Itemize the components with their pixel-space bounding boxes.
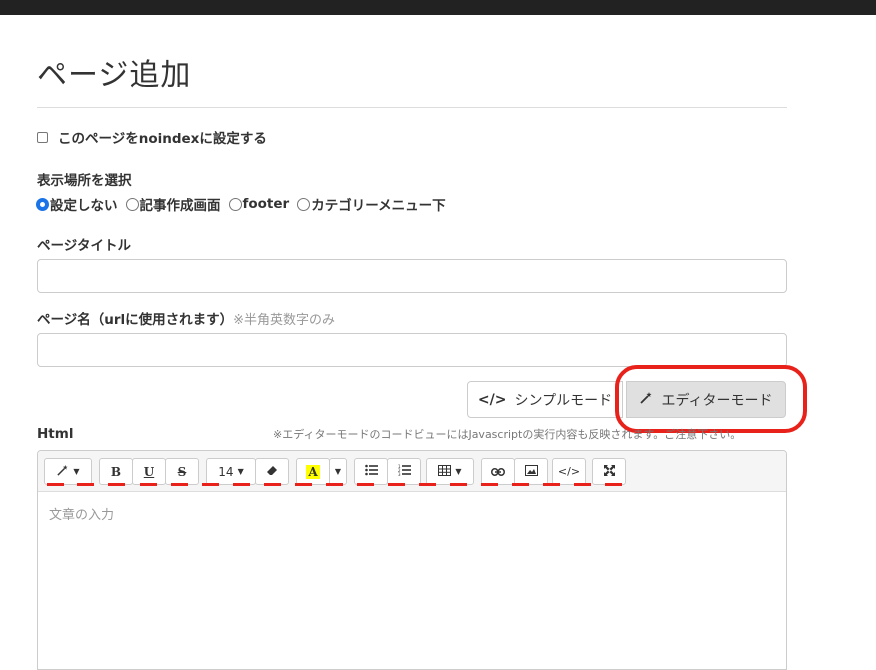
annotation-mark (357, 483, 374, 486)
radio-option-article[interactable]: 記事作成画面 (125, 194, 221, 214)
image-icon (524, 464, 538, 479)
simple-mode-button[interactable]: </> シンプルモード (467, 381, 623, 418)
simple-mode-label: シンプルモード (514, 392, 613, 409)
strikethrough-button[interactable]: S (165, 458, 199, 485)
unordered-list-button[interactable] (354, 458, 388, 485)
radio-option-footer[interactable]: footer (228, 196, 290, 212)
page-title-label: ページタイトル (37, 238, 131, 254)
font-size-value: 14 (218, 464, 234, 479)
chevron-down-icon: ▼ (334, 467, 342, 476)
annotation-mark (481, 483, 498, 486)
annotation-mark (326, 483, 343, 486)
annotation-mark (108, 483, 125, 486)
annotation-mark (233, 483, 250, 486)
annotation-mark (202, 483, 219, 486)
noindex-checkbox[interactable] (37, 131, 48, 143)
radio-article[interactable] (125, 197, 139, 211)
font-size-dropdown[interactable]: 14 ▼ (206, 458, 256, 485)
html-label: Html (37, 426, 74, 442)
font-color-button[interactable]: A (296, 458, 330, 485)
annotation-mark (543, 483, 560, 486)
radio-option-none[interactable]: 設定しない (36, 194, 118, 214)
annotation-mark (605, 483, 622, 486)
radio-label-category-menu: カテゴリーメニュー下 (311, 198, 446, 214)
annotation-mark (295, 483, 312, 486)
location-label: 表示場所を選択 (37, 173, 132, 189)
page-name-input[interactable] (37, 333, 787, 367)
noindex-label: このページをnoindexに設定する (58, 131, 267, 147)
radio-label-none: 設定しない (50, 198, 118, 214)
annotation-mark (140, 483, 157, 486)
code-view-button[interactable]: </> (552, 458, 586, 485)
page-name-label-text: ページ名（urlに使用されます） (37, 312, 234, 328)
annotation-mark (264, 483, 281, 486)
unordered-list-icon (364, 464, 378, 479)
editor-placeholder: 文章の入力 (49, 508, 115, 523)
annotation-mark (171, 483, 188, 486)
font-color-letter: A (306, 464, 320, 479)
page-name-label: ページ名（urlに使用されます）※半角英数字のみ (37, 308, 335, 328)
style-dropdown-button[interactable]: ▼ (44, 458, 92, 485)
page-title: ページ追加 (37, 58, 192, 93)
radio-option-category-menu[interactable]: カテゴリーメニュー下 (297, 194, 446, 214)
ordered-list-button[interactable]: 123 (387, 458, 421, 485)
eraser-button[interactable] (255, 458, 289, 485)
svg-text:3: 3 (398, 472, 401, 476)
annotation-mark (574, 483, 591, 486)
magic-wand-icon (56, 464, 69, 480)
link-icon (491, 465, 505, 479)
noindex-row[interactable]: このページをnoindexに設定する (37, 127, 267, 147)
location-radio-group: 設定しない 記事作成画面 footer カテゴリーメニュー下 (36, 194, 454, 214)
page-name-hint: ※半角英数字のみ (233, 313, 336, 328)
divider (37, 107, 787, 108)
top-bar (0, 0, 876, 15)
fullscreen-button[interactable] (592, 458, 626, 485)
annotation-mark (512, 483, 529, 486)
bold-button[interactable]: B (99, 458, 133, 485)
radio-none[interactable] (36, 197, 49, 211)
link-button[interactable] (481, 458, 515, 485)
chevron-down-icon: ▼ (455, 467, 462, 476)
annotation-mark (47, 483, 64, 486)
code-icon: </> (477, 391, 507, 408)
annotation-mark (388, 483, 405, 486)
chevron-down-icon: ▼ (237, 467, 244, 476)
radio-footer[interactable] (228, 197, 242, 211)
eraser-icon (266, 464, 278, 479)
page-title-input[interactable] (37, 259, 787, 293)
radio-label-footer: footer (242, 196, 290, 212)
chevron-down-icon: ▼ (73, 467, 80, 476)
highlight-circle (615, 365, 807, 433)
annotation-mark (419, 483, 436, 486)
fullscreen-icon (603, 464, 615, 479)
annotation-mark (77, 483, 94, 486)
ordered-list-icon: 123 (398, 464, 411, 479)
table-dropdown-button[interactable]: ▼ (426, 458, 474, 485)
editor-notice: ※エディターモードのコードビューにはJavascriptの実行内容も反映されます… (273, 428, 742, 441)
table-icon (438, 464, 452, 479)
font-color-dropdown[interactable]: ▼ (329, 458, 347, 485)
radio-category-menu[interactable] (297, 197, 311, 211)
image-button[interactable] (514, 458, 548, 485)
annotation-mark (450, 483, 467, 486)
radio-label-article: 記事作成画面 (139, 198, 221, 214)
underline-button[interactable]: U (132, 458, 166, 485)
